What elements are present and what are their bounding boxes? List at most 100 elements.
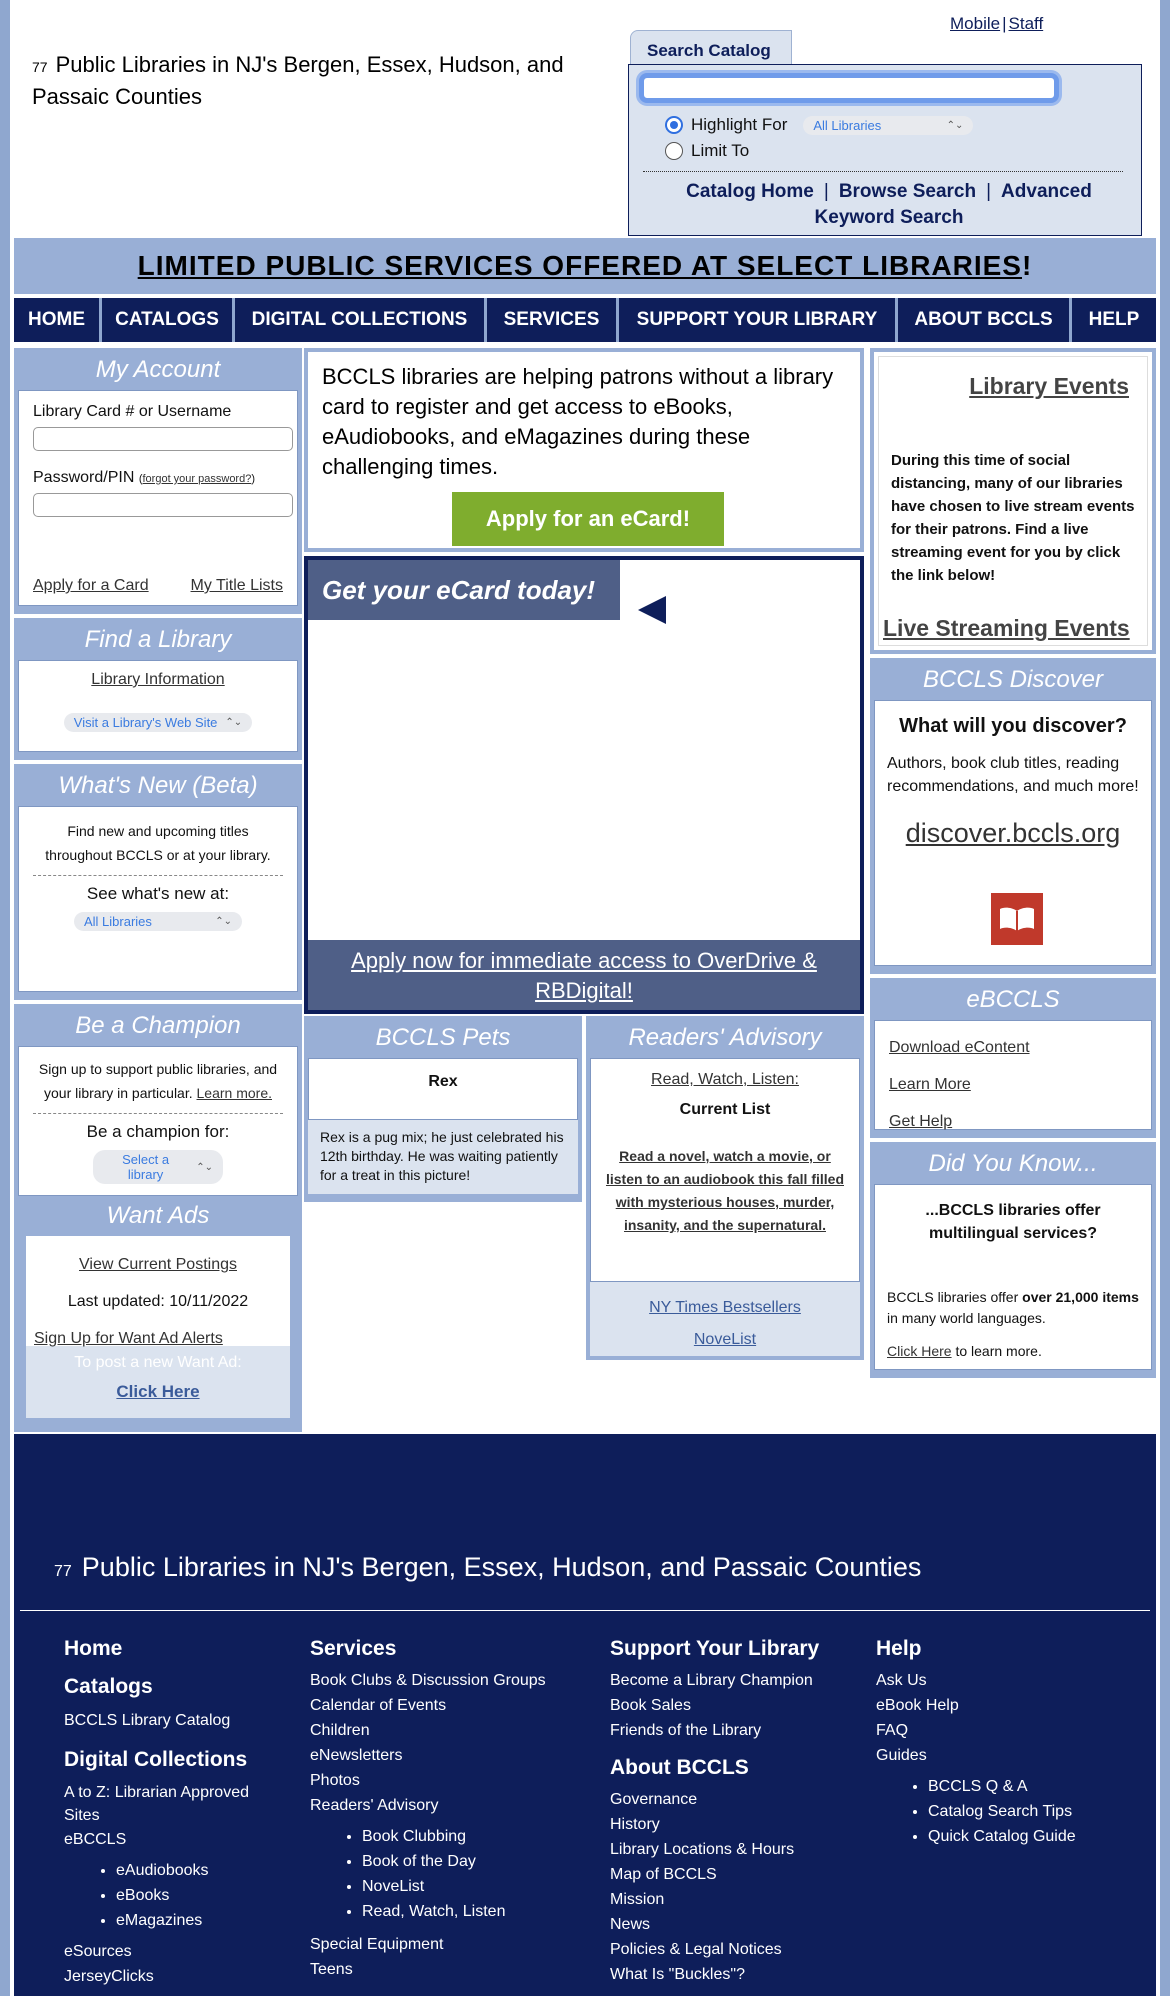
discover-url-link[interactable]: discover.bccls.org (887, 818, 1139, 849)
footer-digital-link[interactable]: Digital Collections (64, 1745, 274, 1775)
footer-book-sales-link[interactable]: Book Sales (610, 1693, 860, 1718)
view-postings-link[interactable]: View Current Postings (26, 1246, 290, 1283)
footer-locations-link[interactable]: Library Locations & Hours (610, 1837, 860, 1862)
highlight-radio[interactable] (665, 116, 683, 134)
footer-book-clubbing-link[interactable]: Book Clubbing (362, 1824, 590, 1849)
limit-option[interactable]: Limit To (665, 141, 749, 161)
footer-jerseyclicks-link[interactable]: JerseyClicks (64, 1964, 274, 1989)
get-help-link[interactable]: Get Help (889, 1103, 1137, 1140)
staff-link[interactable]: Staff (1009, 14, 1044, 33)
champion-select[interactable]: Select a library ⌃⌄ (93, 1150, 223, 1184)
nav-help[interactable]: HELP (1072, 298, 1156, 342)
footer-search-tips-link[interactable]: Catalog Search Tips (928, 1799, 1136, 1824)
card-input[interactable] (33, 427, 293, 451)
live-streaming-link[interactable]: Live Streaming Events (883, 615, 1130, 642)
nav-support[interactable]: SUPPORT YOUR LIBRARY (619, 298, 898, 342)
footer-rwl-link[interactable]: Read, Watch, Listen (362, 1899, 590, 1924)
library-info-link[interactable]: Library Information (19, 671, 297, 689)
footer-ebook-help-link[interactable]: eBook Help (876, 1693, 1136, 1718)
limit-radio[interactable] (665, 142, 683, 160)
footer-esources-link[interactable]: eSources (64, 1939, 274, 1964)
footer-news-link[interactable]: News (610, 1912, 860, 1937)
footer-guides-link[interactable]: Guides (876, 1743, 1136, 1768)
ebccls-learn-more-link[interactable]: Learn More (889, 1066, 1137, 1103)
footer-emagazines-link[interactable]: eMagazines (116, 1908, 274, 1933)
top-links: Mobile | Staff (950, 14, 1044, 33)
highlight-option[interactable]: Highlight For All Libraries ⌃⌄ (665, 115, 974, 135)
footer-mission-link[interactable]: Mission (610, 1887, 860, 1912)
footer-services-link[interactable]: Services (310, 1634, 590, 1664)
footer-policies-link[interactable]: Policies & Legal Notices (610, 1937, 860, 1962)
download-econtent-link[interactable]: Download eContent (889, 1029, 1137, 1066)
catalog-home-link[interactable]: Catalog Home (686, 181, 814, 202)
did-you-know-box: Did You Know... ...BCCLS libraries offer… (870, 1142, 1156, 1378)
footer-teens-link[interactable]: Teens (310, 1957, 590, 1982)
did-you-know-click-link[interactable]: Click Here (887, 1343, 952, 1359)
footer-about-link[interactable]: About BCCLS (610, 1753, 860, 1783)
apply-card-link[interactable]: Apply for a Card (33, 577, 149, 595)
overdrive-link[interactable]: Apply now for immediate access to OverDr… (308, 940, 860, 1010)
whats-new-select[interactable]: All Libraries ⌃⌄ (74, 912, 242, 931)
banner-link[interactable]: LIMITED PUBLIC SERVICES OFFERED AT SELEC… (138, 250, 1022, 281)
learn-more-link[interactable]: Learn more. (197, 1085, 272, 1101)
footer-ebooks-link[interactable]: eBooks (116, 1883, 274, 1908)
title-lists-link[interactable]: My Title Lists (191, 577, 283, 595)
footer-book-clubs-link[interactable]: Book Clubs & Discussion Groups (310, 1668, 590, 1693)
footer-governance-link[interactable]: Governance (610, 1787, 860, 1812)
footer-special-equipment-link[interactable]: Special Equipment (310, 1932, 590, 1957)
footer-support-link[interactable]: Support Your Library (610, 1634, 860, 1664)
nyt-bestsellers-link[interactable]: NY Times Bestsellers (590, 1292, 860, 1324)
footer-quick-guide-link[interactable]: Quick Catalog Guide (928, 1824, 1136, 1849)
pin-input[interactable] (33, 493, 293, 517)
footer-ask-us-link[interactable]: Ask Us (876, 1668, 1136, 1693)
footer-help-link[interactable]: Help (876, 1634, 1136, 1664)
footer-readers-advisory-link[interactable]: Readers' Advisory (310, 1793, 590, 1818)
footer-qa-link[interactable]: BCCLS Q & A (928, 1774, 1136, 1799)
footer-map-link[interactable]: Map of BCCLS (610, 1862, 860, 1887)
nav-about[interactable]: ABOUT BCCLS (898, 298, 1072, 342)
rwl-link[interactable]: Read, Watch, Listen: (603, 1071, 847, 1089)
mobile-link[interactable]: Mobile (950, 14, 1000, 33)
footer-calendar-link[interactable]: Calendar of Events (310, 1693, 590, 1718)
footer-faq-link[interactable]: FAQ (876, 1718, 1136, 1743)
post-want-ad-link[interactable]: Click Here (26, 1382, 290, 1402)
footer-book-of-day-link[interactable]: Book of the Day (362, 1849, 590, 1874)
visit-library-select[interactable]: Visit a Library's Web Site ⌃⌄ (63, 713, 253, 732)
search-catalog-tab[interactable]: Search Catalog (630, 30, 792, 66)
forgot-password-link[interactable]: forgot your password? (143, 473, 252, 485)
footer-catalogs-link[interactable]: Catalogs (64, 1672, 274, 1702)
apply-ecard-button[interactable]: Apply for an eCard! (452, 492, 724, 546)
nav-services[interactable]: SERVICES (487, 298, 619, 342)
browse-search-link[interactable]: Browse Search (839, 181, 976, 202)
footer-photos-link[interactable]: Photos (310, 1768, 590, 1793)
footer-novelist-link[interactable]: NoveList (362, 1874, 590, 1899)
footer-children-link[interactable]: Children (310, 1718, 590, 1743)
nav-digital-collections[interactable]: DIGITAL COLLECTIONS (235, 298, 487, 342)
novelist-link[interactable]: NoveList (590, 1324, 860, 1356)
ebccls-title: eBCCLS (966, 986, 1060, 1013)
highlight-library-select[interactable]: All Libraries ⌃⌄ (803, 115, 974, 135)
advisory-blurb-link[interactable]: Read a novel, watch a movie, or listen t… (603, 1145, 847, 1237)
footer-eaudiobooks-link[interactable]: eAudiobooks (116, 1858, 274, 1883)
footer-enewsletters-link[interactable]: eNewsletters (310, 1743, 590, 1768)
footer-atoz-link[interactable]: A to Z: Librarian Approved Sites (64, 1781, 274, 1827)
footer-champion-link[interactable]: Become a Library Champion (610, 1668, 860, 1693)
footer-home-link[interactable]: Home (64, 1634, 274, 1664)
footer-buckles-link[interactable]: What Is "Buckles"? (610, 1962, 860, 1987)
ebccls-box: eBCCLS Download eContent Learn More Get … (870, 978, 1156, 1138)
search-input[interactable] (639, 73, 1059, 103)
footer-ebccls-link[interactable]: eBCCLS (64, 1827, 274, 1852)
play-arrow-icon[interactable] (638, 596, 666, 624)
book-icon[interactable] (991, 893, 1043, 945)
my-account-box: My Account Library Card # or Username Pa… (14, 348, 302, 614)
champion-title: Be a Champion (75, 1012, 241, 1039)
nav-catalogs[interactable]: CATALOGS (102, 298, 235, 342)
footer-catalog-link[interactable]: BCCLS Library Catalog (64, 1708, 274, 1733)
right-border (1160, 0, 1170, 1996)
footer-history-link[interactable]: History (610, 1812, 860, 1837)
footer-col-2: Services Book Clubs & Discussion Groups … (310, 1634, 590, 1982)
footer-friends-link[interactable]: Friends of the Library (610, 1718, 860, 1743)
pets-box: BCCLS Pets Rex Rex is a pug mix; he just… (304, 1016, 582, 1202)
library-events-title[interactable]: Library Events (969, 373, 1129, 400)
nav-home[interactable]: HOME (14, 298, 102, 342)
